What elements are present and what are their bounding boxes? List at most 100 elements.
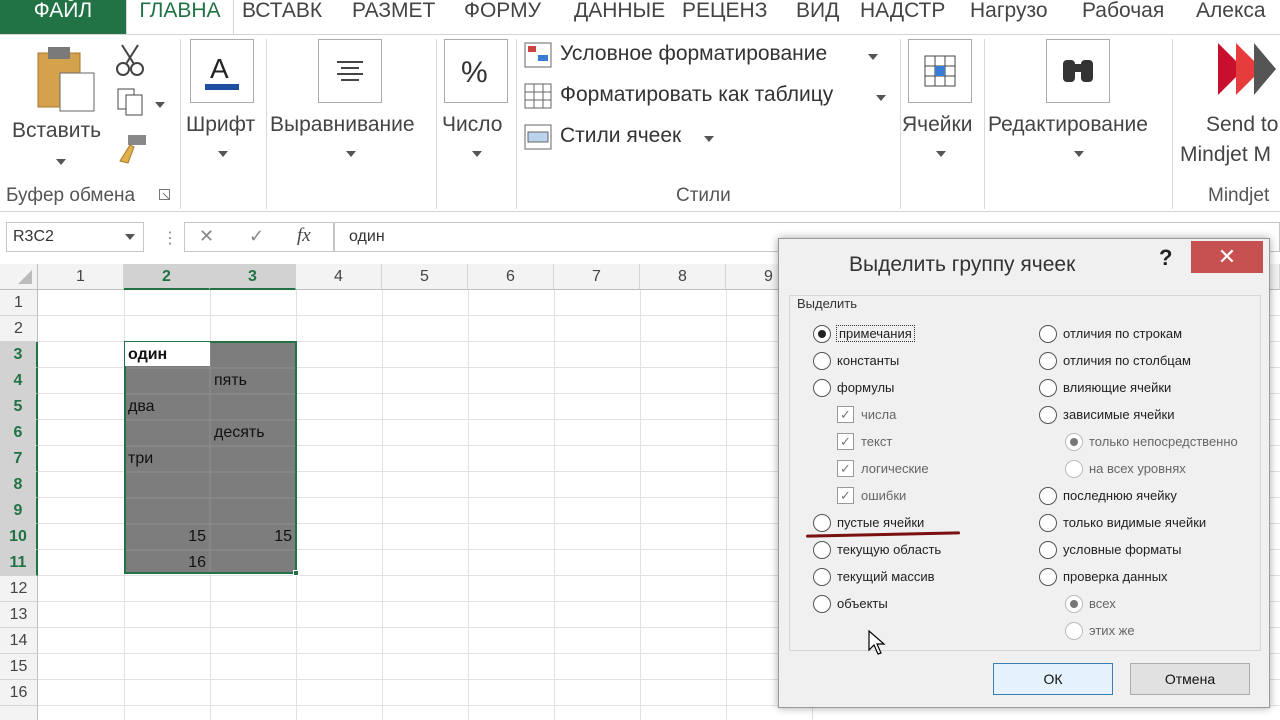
ok-button[interactable]: ОК <box>993 663 1113 695</box>
cell-r6c3[interactable]: десять <box>214 424 265 442</box>
cell-r10c3[interactable]: 15 <box>214 528 292 546</box>
editing-button[interactable]: Редактирование <box>986 39 1172 169</box>
column-header-5[interactable]: 5 <box>382 264 468 290</box>
cells-icon <box>924 55 956 87</box>
formula-buttons: ✕ ✓ fx <box>184 222 334 252</box>
row-header-15[interactable]: 15 <box>0 654 38 680</box>
close-button[interactable]: ✕ <box>1191 241 1263 273</box>
option-validation-all-label: всех <box>1089 596 1116 611</box>
radio-icon <box>1039 487 1057 505</box>
option-blanks-label: пустые ячейки <box>837 515 925 530</box>
option-precedents-label: влияющие ячейки <box>1063 380 1172 395</box>
font-button[interactable]: A Шрифт <box>184 39 264 169</box>
font-color-icon: A <box>205 53 239 90</box>
svg-text:%: % <box>461 56 488 89</box>
row-header-7[interactable]: 7 <box>0 446 38 472</box>
cell-r5c2[interactable]: два <box>128 398 155 416</box>
dialog-launcher-icon[interactable] <box>159 189 171 201</box>
cell-r4c3[interactable]: пять <box>214 372 247 390</box>
tab-formulas[interactable]: ФОРМУ <box>464 0 541 34</box>
send-to-mindjet-button[interactable]: Send to Mindjet M <box>1176 39 1280 179</box>
chevron-down-icon[interactable] <box>125 234 135 240</box>
row-header-2[interactable]: 2 <box>0 316 38 342</box>
row-header-1[interactable]: 1 <box>0 290 38 316</box>
column-header-4[interactable]: 4 <box>296 264 382 290</box>
tab-working[interactable]: Рабочая <box>1082 0 1164 34</box>
row-header-3[interactable]: 3 <box>0 342 38 368</box>
tab-aleksa[interactable]: Алекса <box>1196 0 1266 34</box>
mindjet-logo-icon <box>1218 43 1276 95</box>
grid-line <box>726 290 727 720</box>
tab-insert[interactable]: ВСТАВК <box>242 0 322 34</box>
row-header-14[interactable]: 14 <box>0 628 38 654</box>
column-header-6[interactable]: 6 <box>468 264 554 290</box>
formula-bar-grip-icon: ⋮ <box>162 230 178 247</box>
paste-button[interactable]: Вставить <box>8 41 114 171</box>
cut-icon[interactable] <box>114 43 146 77</box>
checkbox-checked-icon: ✓ <box>837 460 854 477</box>
number-button[interactable]: % Число <box>440 39 514 169</box>
tab-data[interactable]: ДАННЫЕ <box>574 0 665 34</box>
alignment-button[interactable]: Выравнивание <box>268 39 434 169</box>
format-painter-icon[interactable] <box>114 133 148 165</box>
radio-selected-icon <box>1065 433 1083 451</box>
column-header-1[interactable]: 1 <box>38 264 124 290</box>
cells-button[interactable]: Ячейки <box>900 39 984 169</box>
tab-review[interactable]: РЕЦЕНЗ <box>682 0 767 34</box>
cell-r10c2[interactable]: 15 <box>128 528 206 546</box>
mindjet-label-line1: Send to <box>1206 113 1279 136</box>
help-button[interactable]: ? <box>1159 245 1172 271</box>
tab-file[interactable]: ФАЙЛ <box>0 0 126 34</box>
row-header-8[interactable]: 8 <box>0 472 38 498</box>
cancel-edit-icon[interactable]: ✕ <box>199 226 214 247</box>
tab-view[interactable]: ВИД <box>796 0 839 34</box>
row-header-12[interactable]: 12 <box>0 576 38 602</box>
clipboard-group-label: Буфер обмена <box>6 185 136 206</box>
checkbox-checked-icon: ✓ <box>837 487 854 504</box>
row-header-11[interactable]: 11 <box>0 550 38 576</box>
column-header-7[interactable]: 7 <box>554 264 640 290</box>
grid-line <box>554 290 555 720</box>
mindjet-group-label: Mindjet <box>1208 185 1270 206</box>
cell-r3c2[interactable]: один <box>128 346 167 364</box>
clipboard-icon <box>37 47 95 112</box>
tab-home[interactable]: ГЛАВНА <box>126 0 234 34</box>
format-table-icon <box>524 83 552 109</box>
insert-function-icon[interactable]: fx <box>297 225 311 247</box>
row-header-10[interactable]: 10 <box>0 524 38 550</box>
row-header-6[interactable]: 6 <box>0 420 38 446</box>
select-all-triangle-icon <box>18 270 32 284</box>
binoculars-icon <box>1063 60 1093 82</box>
format-as-table-label: Форматировать как таблицу <box>560 83 834 106</box>
cell-r11c2[interactable]: 16 <box>128 554 206 572</box>
column-header-8[interactable]: 8 <box>640 264 726 290</box>
name-box[interactable]: R3C2 <box>6 222 144 252</box>
cancel-button[interactable]: Отмена <box>1130 663 1250 695</box>
option-dependents-label: зависимые ячейки <box>1063 407 1175 422</box>
ribbon-tabbar: ФАЙЛ ГЛАВНА ВСТАВК РАЗМЕТ ФОРМУ ДАННЫЕ Р… <box>0 0 1280 34</box>
chevron-down-icon[interactable] <box>155 102 165 108</box>
font-label: Шрифт <box>186 113 256 136</box>
row-header-16[interactable]: 16 <box>0 680 38 706</box>
row-header-4[interactable]: 4 <box>0 368 38 394</box>
cell-r7c2[interactable]: три <box>128 450 153 468</box>
tab-addins[interactable]: НАДСТР <box>860 0 945 34</box>
mouse-pointer-icon <box>868 630 886 655</box>
grid-line <box>640 290 641 720</box>
dialog-title: Выделить группу ячеек <box>849 253 1076 276</box>
copy-icon[interactable] <box>116 87 146 117</box>
row-header-5[interactable]: 5 <box>0 394 38 420</box>
alignment-icon-box <box>318 39 382 103</box>
tab-load[interactable]: Нагрузо <box>970 0 1048 34</box>
row-header-13[interactable]: 13 <box>0 602 38 628</box>
radio-icon <box>1065 622 1083 640</box>
select-all-corner[interactable] <box>0 264 38 290</box>
column-header-2[interactable]: 2 <box>124 264 210 290</box>
tab-page-layout[interactable]: РАЗМЕТ <box>352 0 435 34</box>
confirm-edit-icon[interactable]: ✓ <box>249 226 264 247</box>
conditional-formatting-label: Условное форматирование <box>560 42 828 65</box>
column-header-3[interactable]: 3 <box>210 264 296 290</box>
row-header-9[interactable]: 9 <box>0 498 38 524</box>
go-to-special-dialog: Выделить группу ячеек ? ✕ Выделить приме… <box>778 238 1270 708</box>
fill-handle[interactable] <box>293 570 299 576</box>
